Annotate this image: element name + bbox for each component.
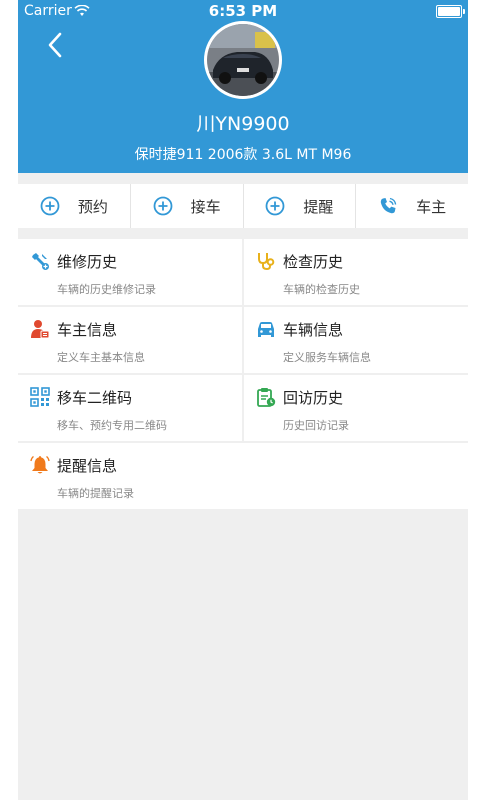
vehicle-photo [207,24,279,96]
menu-row: 维修历史 车辆的历史维修记录 检查历史 车辆的检查历史 [18,239,468,307]
appointment-button[interactable]: 预约 [18,184,131,228]
menu-row: 提醒信息 车辆的提醒记录 [18,443,468,511]
vehicle-model: 保时捷911 2006款 3.6L MT M96 [134,147,352,163]
menu-title: 维修历史 [57,253,118,271]
reminder-label: 提醒 [303,197,334,216]
menu-subtitle: 车辆的历史维修记录 [57,283,156,296]
screen: Carrier 6:53 PM 川YN9900 保时捷911 2006款 3.6… [18,0,468,800]
car-icon [258,322,274,337]
vehicle-avatar[interactable] [204,21,282,99]
menu-subtitle: 移车、预约专用二维码 [57,419,167,432]
chevron-left-icon[interactable] [44,30,68,60]
qrcode-icon [30,387,50,407]
repair-history-item[interactable]: 维修历史 车辆的历史维修记录 [18,239,242,305]
battery-icon [436,5,465,18]
status-time: 6:53 PM [208,2,278,20]
plate-number: 川YN9900 [196,113,290,135]
menu-row: 移车二维码 移车、预约专用二维码 回访历史 历史回访记录 [18,375,468,443]
follow-up-history-item[interactable]: 回访历史 历史回访记录 [242,375,468,441]
menu-subtitle: 车辆的检查历史 [283,283,360,296]
menu-title: 提醒信息 [57,457,118,475]
bell-icon [30,455,50,474]
clipboard-icon [257,388,276,407]
move-car-qrcode-item[interactable]: 移车二维码 移车、预约专用二维码 [18,375,242,441]
appointment-label: 预约 [77,197,108,216]
header: Carrier 6:53 PM 川YN9900 保时捷911 2006款 3.6… [18,0,468,173]
pickup-button[interactable]: 接车 [131,184,244,228]
plus-circle-icon [40,196,60,216]
vehicle-info-item[interactable]: 车辆信息 定义服务车辆信息 [242,307,468,373]
reminder-info-item[interactable]: 提醒信息 车辆的提醒记录 [18,443,468,509]
phone-icon [380,197,397,214]
menu-subtitle: 历史回访记录 [283,419,349,432]
action-bar: 预约 接车 提醒 车主 [18,184,468,228]
menu-subtitle: 车辆的提醒记录 [57,487,134,500]
reminder-button[interactable]: 提醒 [244,184,357,228]
wrench-icon [32,253,49,270]
pickup-label: 接车 [190,197,221,216]
plus-circle-icon [265,196,285,216]
menu-subtitle: 定义车主基本信息 [57,351,145,364]
menu-title: 检查历史 [283,253,344,271]
person-card-icon [31,320,50,339]
menu-title: 移车二维码 [57,389,133,407]
menu-title: 车主信息 [57,321,118,339]
menu-title: 车辆信息 [283,321,344,339]
menu-row: 车主信息 定义车主基本信息 车辆信息 定义服务车辆信息 [18,307,468,375]
owner-info-item[interactable]: 车主信息 定义车主基本信息 [18,307,242,373]
owner-label: 车主 [416,197,447,216]
owner-call-button[interactable]: 车主 [356,184,468,228]
menu-title: 回访历史 [283,389,344,407]
menu-subtitle: 定义服务车辆信息 [283,351,371,364]
stethoscope-icon [258,253,275,271]
menu-grid: 维修历史 车辆的历史维修记录 检查历史 车辆的检查历史 车主信息 定义车主基本信… [18,239,468,511]
plus-circle-icon [153,196,173,216]
inspection-history-item[interactable]: 检查历史 车辆的检查历史 [242,239,468,305]
